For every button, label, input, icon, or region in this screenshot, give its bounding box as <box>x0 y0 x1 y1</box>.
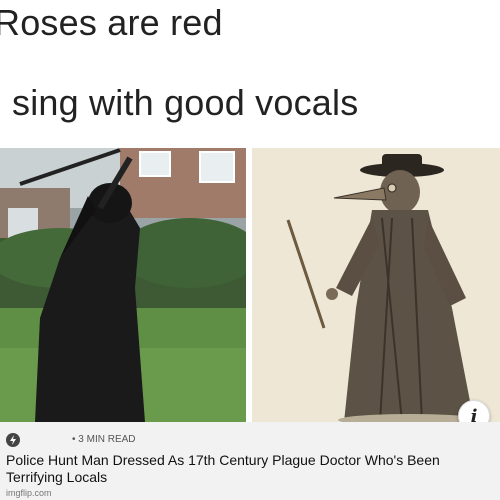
read-time: • 3 MIN READ <box>72 434 136 445</box>
article-source <box>6 432 20 448</box>
article-headline[interactable]: Police Hunt Man Dressed As 17th Century … <box>6 452 496 486</box>
lightning-icon <box>6 433 20 447</box>
watermark: imgflip.com <box>6 488 52 498</box>
info-icon: i <box>470 405 478 423</box>
caption-line-1: Roses are red <box>0 2 223 43</box>
article-image[interactable]: i <box>0 148 500 422</box>
plague-doctor-illustration <box>252 148 500 422</box>
caption-line-2: sing with good vocals <box>12 82 359 123</box>
article-card[interactable]: • 3 MIN READ Police Hunt Man Dressed As … <box>0 422 500 500</box>
plague-doctor-photo <box>0 148 246 422</box>
